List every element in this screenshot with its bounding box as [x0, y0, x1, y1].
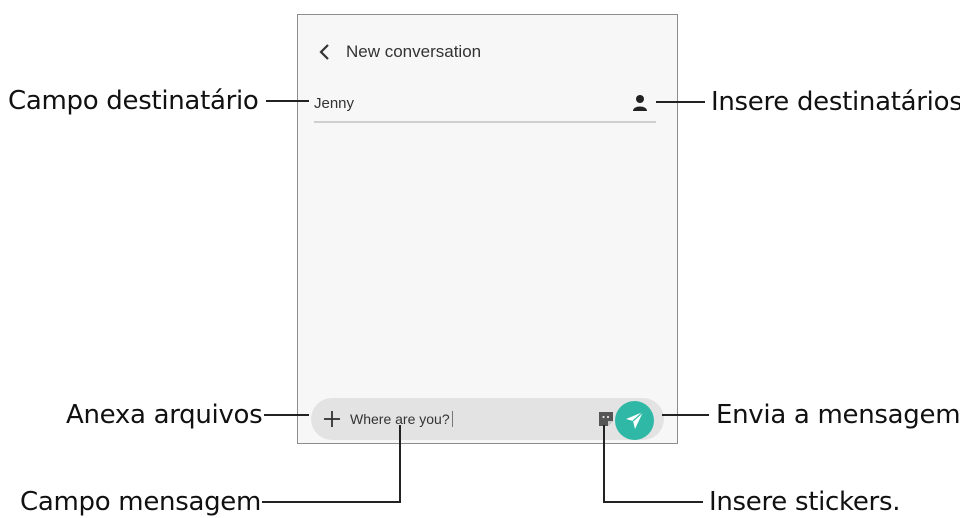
- callout-add-recipients: Insere destinatários: [711, 87, 960, 117]
- leader-line-message: [262, 425, 401, 503]
- callout-lines: [262, 100, 709, 503]
- callout-attach-files: Anexa arquivos: [66, 400, 263, 430]
- leader-line-stickers: [603, 425, 703, 503]
- callout-insert-stickers: Insere stickers.: [709, 487, 901, 517]
- callout-send-message: Envia a mensagem: [716, 400, 960, 430]
- callout-recipient-field: Campo destinatário: [8, 86, 259, 116]
- callout-message-field: Campo mensagem: [20, 487, 261, 517]
